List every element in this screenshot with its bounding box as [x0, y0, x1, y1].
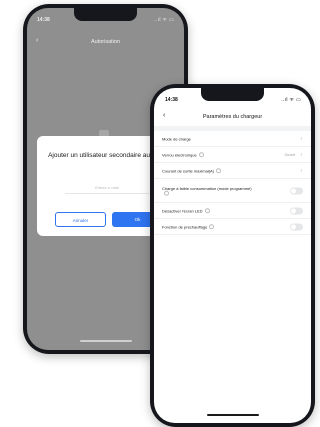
chevron-right-icon: › [300, 167, 302, 174]
info-icon[interactable] [198, 152, 204, 158]
status-icons: ..ıl ᯤ ▭ [154, 17, 174, 23]
settings-list: Mode de charge › Verrou électronique Ouv… [154, 131, 311, 235]
setting-label: Désactiver l'écran LED [162, 208, 210, 214]
info-icon[interactable] [209, 224, 215, 230]
preheat-toggle[interactable] [290, 223, 303, 230]
status-time: 14:38 [37, 17, 50, 23]
toggle-knob [291, 188, 296, 193]
low-power-toggle[interactable] [290, 187, 303, 194]
setting-label: Charge à faible consommation (mode progr… [162, 185, 258, 196]
home-indicator [80, 340, 132, 342]
setting-row-preheat: Fonction de préchauffage [154, 219, 311, 235]
setting-label: Courant de sortie maximal(A) [162, 168, 222, 174]
setting-label: Fonction de préchauffage [162, 224, 215, 230]
email-field[interactable]: Entrez e-mail [65, 182, 149, 194]
status-time: 14:38 [165, 97, 178, 103]
toggle-knob [291, 224, 296, 229]
setting-row-disable-led: Désactiver l'écran LED [154, 203, 311, 219]
notch [74, 8, 137, 21]
notch [201, 88, 264, 101]
setting-row-electronic-lock[interactable]: Verrou électronique Ouvert › [154, 147, 311, 163]
setting-label: Mode de charge [162, 136, 191, 141]
led-toggle[interactable] [290, 207, 303, 214]
charger-settings-screen: 14:38 ..ıl ᯤ ▭ ‹ Paramètres du chargeur … [154, 88, 311, 423]
page-title: Paramètres du chargeur [202, 114, 263, 120]
page-title: Autorisation [90, 39, 121, 45]
setting-row-low-power-charge: Charge à faible consommation (mode progr… [154, 179, 311, 203]
info-icon[interactable] [204, 208, 210, 214]
home-indicator [207, 414, 259, 416]
setting-label: Verrou électronique [162, 152, 204, 158]
setting-value: Ouvert [284, 152, 295, 157]
cancel-button[interactable]: Annuler [55, 212, 106, 227]
status-icons: ..ıl ᯤ ▭ [281, 97, 301, 103]
phone-charger-settings: 14:38 ..ıl ᯤ ▭ ‹ Paramètres du chargeur … [150, 84, 315, 427]
info-icon[interactable] [216, 168, 222, 174]
info-icon[interactable] [164, 190, 169, 196]
setting-row-max-current[interactable]: Courant de sortie maximal(A) › [154, 163, 311, 179]
toggle-knob [291, 208, 296, 213]
chevron-right-icon: › [300, 151, 302, 158]
chevron-right-icon: › [300, 135, 302, 142]
setting-row-charge-mode[interactable]: Mode de charge › [154, 131, 311, 147]
